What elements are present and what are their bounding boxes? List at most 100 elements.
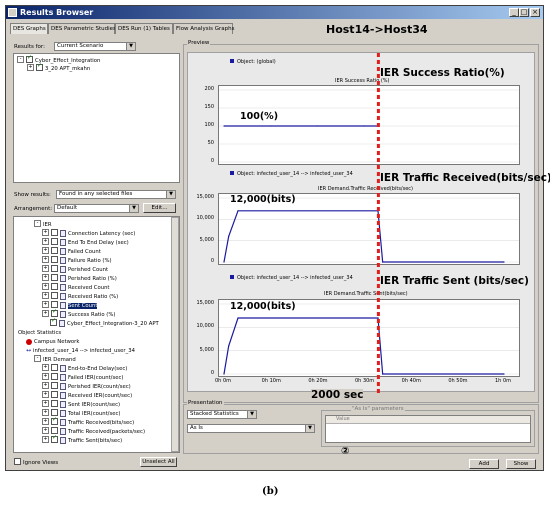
show-button[interactable]: Show [506, 459, 536, 469]
expand-icon[interactable]: + [42, 436, 49, 443]
checkbox[interactable] [51, 400, 58, 407]
show-results-select[interactable]: Found in any selected files ▼ [56, 190, 176, 199]
expand-icon[interactable]: + [42, 265, 49, 272]
expand-icon[interactable]: + [27, 64, 34, 71]
statistic-icon [60, 428, 66, 435]
checkbox[interactable] [51, 308, 58, 317]
expand-icon[interactable]: + [42, 310, 49, 317]
minimize-button[interactable]: _ [509, 8, 519, 17]
checkbox[interactable] [51, 382, 58, 389]
expand-icon[interactable]: + [42, 427, 49, 434]
checkbox[interactable] [51, 238, 58, 245]
checkbox[interactable] [51, 274, 58, 281]
expand-icon[interactable]: + [42, 418, 49, 425]
presentation-mode-select[interactable]: Stacked Statistics ▼ [187, 410, 257, 419]
tab-des-graphs[interactable]: DES Graphs [10, 23, 48, 34]
statistic-icon [60, 239, 66, 246]
close-button[interactable]: × [530, 8, 540, 17]
title-bar[interactable]: Results Browser _ □ × [6, 6, 543, 19]
expand-icon[interactable]: + [42, 373, 49, 380]
tree-item[interactable]: + Perished IER(count/sec) [42, 382, 131, 391]
tree-item[interactable]: + Perished Ratio (%) [42, 274, 117, 283]
expand-icon[interactable]: + [42, 409, 49, 416]
checkbox[interactable] [51, 364, 58, 371]
tree-item[interactable]: + Received Ratio (%) [42, 292, 118, 301]
tree-item-label: Total IER(count/sec) [68, 411, 121, 417]
figure-caption: (b) [262, 486, 279, 497]
expand-icon[interactable]: + [42, 229, 49, 236]
tree-item[interactable]: + Traffic Sent(bits/sec) [42, 434, 122, 445]
tree-item[interactable]: + Perished Count [42, 265, 108, 274]
collapse-icon[interactable]: - [34, 220, 41, 227]
tree-item[interactable]: - IER [34, 220, 52, 229]
tree-item[interactable]: + Sent Count [42, 301, 98, 310]
tree-item-scenario-run[interactable]: +3_20 APT_mkahn [27, 62, 90, 73]
unselect-all-button[interactable]: Unselect All [140, 457, 177, 467]
arrangement-select[interactable]: Default ▼ [54, 204, 139, 213]
ignore-views-option[interactable]: Ignore Views [14, 458, 58, 466]
tree-item[interactable]: + Connection Latency (sec) [42, 229, 135, 238]
expand-icon[interactable]: + [42, 400, 49, 407]
tab-des-parametric-studies[interactable]: DES Parametric Studies [48, 23, 116, 34]
y-tick-label: 0 [210, 370, 214, 376]
tab-des-run-tables[interactable]: DES Run (1) Tables [115, 23, 173, 34]
expand-icon[interactable]: + [42, 301, 49, 308]
tree-item[interactable]: + Traffic Received(bits/sec) [42, 416, 134, 427]
checkbox[interactable] [51, 283, 58, 290]
tab-flow-analysis-graphs[interactable]: Flow Analysis Graphs [173, 23, 234, 34]
tree-item[interactable]: Campus Network [26, 338, 79, 346]
expand-icon[interactable]: + [42, 247, 49, 254]
tree-item[interactable]: - IER Demand [34, 355, 76, 364]
checkbox[interactable] [51, 256, 58, 263]
tree-scrollbar[interactable] [171, 217, 179, 452]
collapse-icon[interactable]: - [34, 355, 41, 362]
ignore-views-checkbox[interactable] [14, 458, 21, 465]
tree-item[interactable]: + Sent IER(count/sec) [42, 400, 120, 409]
checkbox[interactable] [51, 434, 58, 443]
maximize-button[interactable]: □ [519, 8, 529, 17]
checkbox[interactable] [51, 373, 58, 380]
expand-icon[interactable]: + [42, 274, 49, 281]
checkbox[interactable] [36, 62, 43, 71]
collapse-icon[interactable]: - [17, 56, 24, 63]
expand-icon[interactable]: + [42, 238, 49, 245]
tree-item[interactable]: + Traffic Received(packets/sec) [42, 427, 145, 436]
expand-icon[interactable]: + [42, 364, 49, 371]
expand-icon[interactable]: + [42, 256, 49, 263]
checkbox[interactable] [51, 391, 58, 398]
y-tick-label: 150 [204, 104, 214, 110]
tree-item[interactable]: + End To End Delay (sec) [42, 238, 129, 247]
checkbox[interactable] [51, 301, 58, 308]
expand-icon[interactable]: + [42, 283, 49, 290]
checkbox[interactable] [50, 317, 57, 326]
tree-item[interactable]: ↔ infected_user_14 --> infected_user_34 [26, 347, 135, 355]
expand-icon[interactable]: + [42, 391, 49, 398]
results-for-label: Results for: [14, 44, 45, 50]
tree-item[interactable]: + Received Count [42, 283, 110, 292]
checkbox[interactable] [51, 265, 58, 272]
checkbox[interactable] [51, 247, 58, 254]
expand-icon[interactable]: + [42, 382, 49, 389]
statistic-icon [60, 266, 66, 273]
add-button[interactable]: Add [469, 459, 499, 469]
tree-item[interactable]: + End-to-End Delay(sec) [42, 364, 127, 373]
tree-item[interactable]: + Failure Ratio (%) [42, 256, 112, 265]
checkbox[interactable] [51, 409, 58, 416]
x-tick-label: 0h 10m [261, 378, 281, 384]
tree-item[interactable]: + Failed IER(count/sec) [42, 373, 123, 382]
results-for-select[interactable]: Current Scenario ▼ [54, 42, 136, 51]
y-tick-label: 10,000 [196, 215, 215, 222]
checkbox[interactable] [51, 416, 58, 425]
tree-item[interactable]: + Received IER(count/sec) [42, 391, 132, 400]
presentation-value-select[interactable]: As Is ▼ [187, 424, 315, 433]
tree-item[interactable]: Cyber_Effect_Integration-3_20 APT [50, 317, 159, 328]
checkbox[interactable] [51, 427, 58, 434]
tree-item[interactable]: Object Statistics [18, 329, 61, 337]
expand-icon[interactable]: + [42, 292, 49, 299]
checkbox[interactable] [51, 292, 58, 299]
checkbox[interactable] [26, 54, 33, 63]
checkbox[interactable] [51, 229, 58, 236]
edit-button[interactable]: Edit... [143, 203, 176, 213]
tree-item[interactable]: + Failed Count [42, 247, 101, 256]
statistic-icon [59, 320, 65, 327]
